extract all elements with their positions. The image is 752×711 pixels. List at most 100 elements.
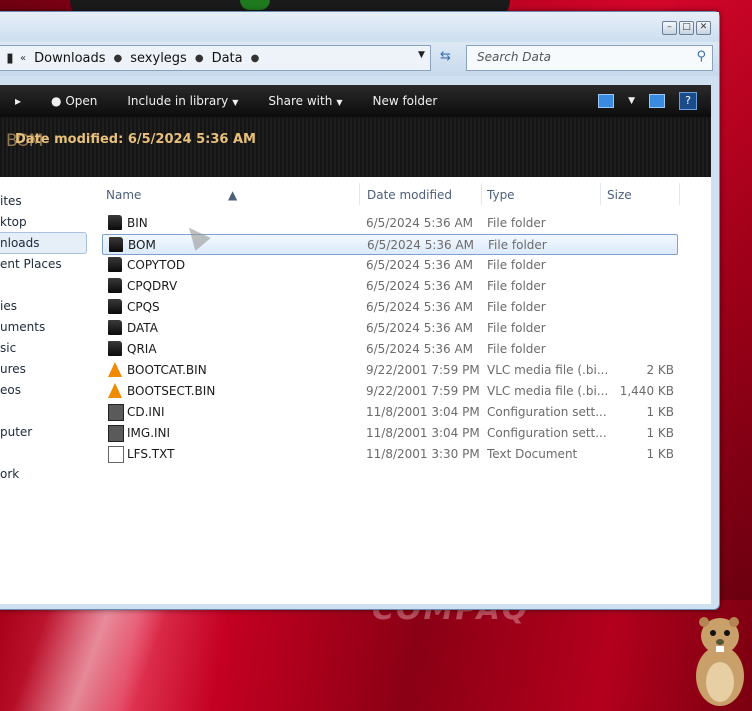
file-row[interactable]: CPQDRV 6/5/2024 5:36 AM File folder [102,276,678,297]
breadcrumb-separator-icon[interactable]: ● [195,53,204,64]
column-divider[interactable] [600,183,601,205]
address-bar[interactable]: ▮ « Downloads ● sexylegs ● Data ● [0,45,431,71]
search-placeholder: Search Data [477,50,551,64]
refresh-icon[interactable]: ⇆ [440,49,451,64]
file-row[interactable]: LFS.TXT 11/8/2001 3:30 PM Text Document 1 K… [102,444,678,465]
nav-item-libraries[interactable]: ies [0,299,17,313]
column-header-name[interactable]: Name [106,188,141,202]
nav-item-desktop[interactable]: ktop [0,215,27,229]
nav-item-pictures[interactable]: ures [0,362,26,376]
share-with-button[interactable]: Share with ▼ [253,94,357,108]
file-row[interactable]: DATA 6/5/2024 5:36 AM File folder [102,318,678,339]
include-in-library-label: Include in library [127,94,229,108]
nav-item-computer[interactable]: puter [0,425,32,439]
file-name: CPQDRV [127,279,178,293]
file-date-modified: 11/8/2001 3:30 PM [366,447,480,461]
breadcrumb-sexylegs[interactable]: sexylegs [122,51,195,66]
column-divider[interactable] [359,183,360,205]
nav-item-music[interactable]: sic [0,341,16,355]
search-input[interactable]: Search Data ⚲ [466,45,713,71]
breadcrumb-separator-icon[interactable]: ● [114,53,123,64]
address-row: ▮ « Downloads ● sexylegs ● Data ● ▼ ⇆ Se… [0,42,719,76]
organize-button[interactable]: ▸ [0,94,36,108]
file-row[interactable]: CPQS 6/5/2024 5:36 AM File folder [102,297,678,318]
view-controls: ▼ ? [598,92,697,110]
open-icon: ● [51,94,66,108]
file-row[interactable]: BOOTCAT.BIN 9/22/2001 7:59 PM VLC media fi… [102,360,678,381]
file-name: CD.INI [127,405,165,419]
file-row[interactable]: COPYTOD 6/5/2024 5:36 AM File folder [102,255,678,276]
nav-item-network[interactable]: ork [0,467,19,481]
file-row[interactable]: QRIA 6/5/2024 5:36 AM File folder [102,339,678,360]
file-name: BOOTSECT.BIN [127,384,216,398]
file-name: BOOTCAT.BIN [127,363,207,377]
nav-item-favorites[interactable]: ites [0,194,22,208]
open-label: Open [65,94,98,108]
file-date-modified: 9/22/2001 7:59 PM [366,363,480,377]
minimize-button[interactable]: – [662,21,677,35]
text-file-icon [108,446,124,463]
column-header-size[interactable]: Size [607,188,632,202]
maximize-button[interactable]: □ [679,21,694,35]
file-row[interactable]: IMG.INI 11/8/2001 3:04 PM Configuration se… [102,423,678,444]
details-date-modified: Date modified: 6/5/2024 5:36 AM [15,132,256,147]
title-bar[interactable]: – □ ✕ [0,12,719,40]
file-date-modified: 6/5/2024 5:36 AM [366,258,474,272]
folder-icon [108,341,122,356]
file-date-modified: 11/8/2001 3:04 PM [366,426,480,440]
file-name: BOM [128,238,156,252]
nav-item-recent-places[interactable]: ent Places [0,257,62,271]
nav-item-downloads[interactable]: nloads [0,236,40,250]
column-header-type[interactable]: Type [487,188,515,202]
file-row[interactable]: CD.INI 11/8/2001 3:04 PM Configuration set… [102,402,678,423]
file-type: Configuration sett... [487,405,607,419]
file-type: File folder [487,258,546,272]
details-pane: BOM Date modified: 6/5/2024 5:36 AM [0,117,711,177]
include-in-library-button[interactable]: Include in library ▼ [112,94,253,108]
navigation-pane: ites ktop nloads ent Places ies uments s… [0,177,96,604]
file-row[interactable]: BOOTSECT.BIN 9/22/2001 7:59 PM VLC media f… [102,381,678,402]
file-type: File folder [487,279,546,293]
config-file-icon [108,404,124,421]
change-view-icon[interactable] [598,94,615,108]
explorer-window: – □ ✕ ▮ « Downloads ● sexylegs ● Data ● … [0,11,720,610]
breadcrumb-downloads[interactable]: Downloads [26,51,113,66]
column-divider[interactable] [481,183,482,205]
file-name: QRIA [127,342,157,356]
file-date-modified: 11/8/2001 3:04 PM [366,405,480,419]
gopher-mascot-icon [696,617,744,706]
help-icon[interactable]: ? [679,92,697,110]
breadcrumb-data[interactable]: Data [204,51,251,66]
search-icon[interactable]: ⚲ [696,49,706,64]
file-date-modified: 6/5/2024 5:36 AM [366,342,474,356]
file-size: 1,440 KB [619,384,674,398]
file-size: 1 KB [646,447,674,461]
file-type: File folder [487,300,546,314]
file-type: VLC media file (.bi... [487,363,609,377]
folder-icon [108,278,122,293]
folder-icon [108,257,122,272]
address-dropdown-icon[interactable]: ▼ [418,50,425,60]
open-button[interactable]: ● Open [36,94,112,108]
column-header-date[interactable]: Date modified [367,188,452,202]
chevron-down-icon: ▼ [336,98,343,107]
file-size: 1 KB [646,405,674,419]
preview-pane-icon[interactable] [649,94,665,108]
new-folder-button[interactable]: New folder [357,94,452,108]
file-date-modified: 6/5/2024 5:36 AM [366,300,474,314]
file-type: File folder [487,321,546,335]
file-type: Configuration sett... [487,426,607,440]
file-date-modified: 6/5/2024 5:36 AM [366,321,474,335]
file-type: Text Document [487,447,578,461]
column-divider[interactable] [679,183,680,205]
nav-item-documents[interactable]: uments [0,320,45,334]
nav-item-videos[interactable]: eos [0,383,21,397]
breadcrumb-separator-icon[interactable]: ● [251,53,260,64]
column-headers: ▲ Name Date modified Type Size [100,177,680,209]
view-dropdown-icon[interactable]: ▼ [628,96,635,106]
config-file-icon [108,425,124,442]
close-button[interactable]: ✕ [696,21,711,35]
file-name: LFS.TXT [127,447,175,461]
file-name: CPQS [127,300,160,314]
file-type: File folder [487,216,546,230]
